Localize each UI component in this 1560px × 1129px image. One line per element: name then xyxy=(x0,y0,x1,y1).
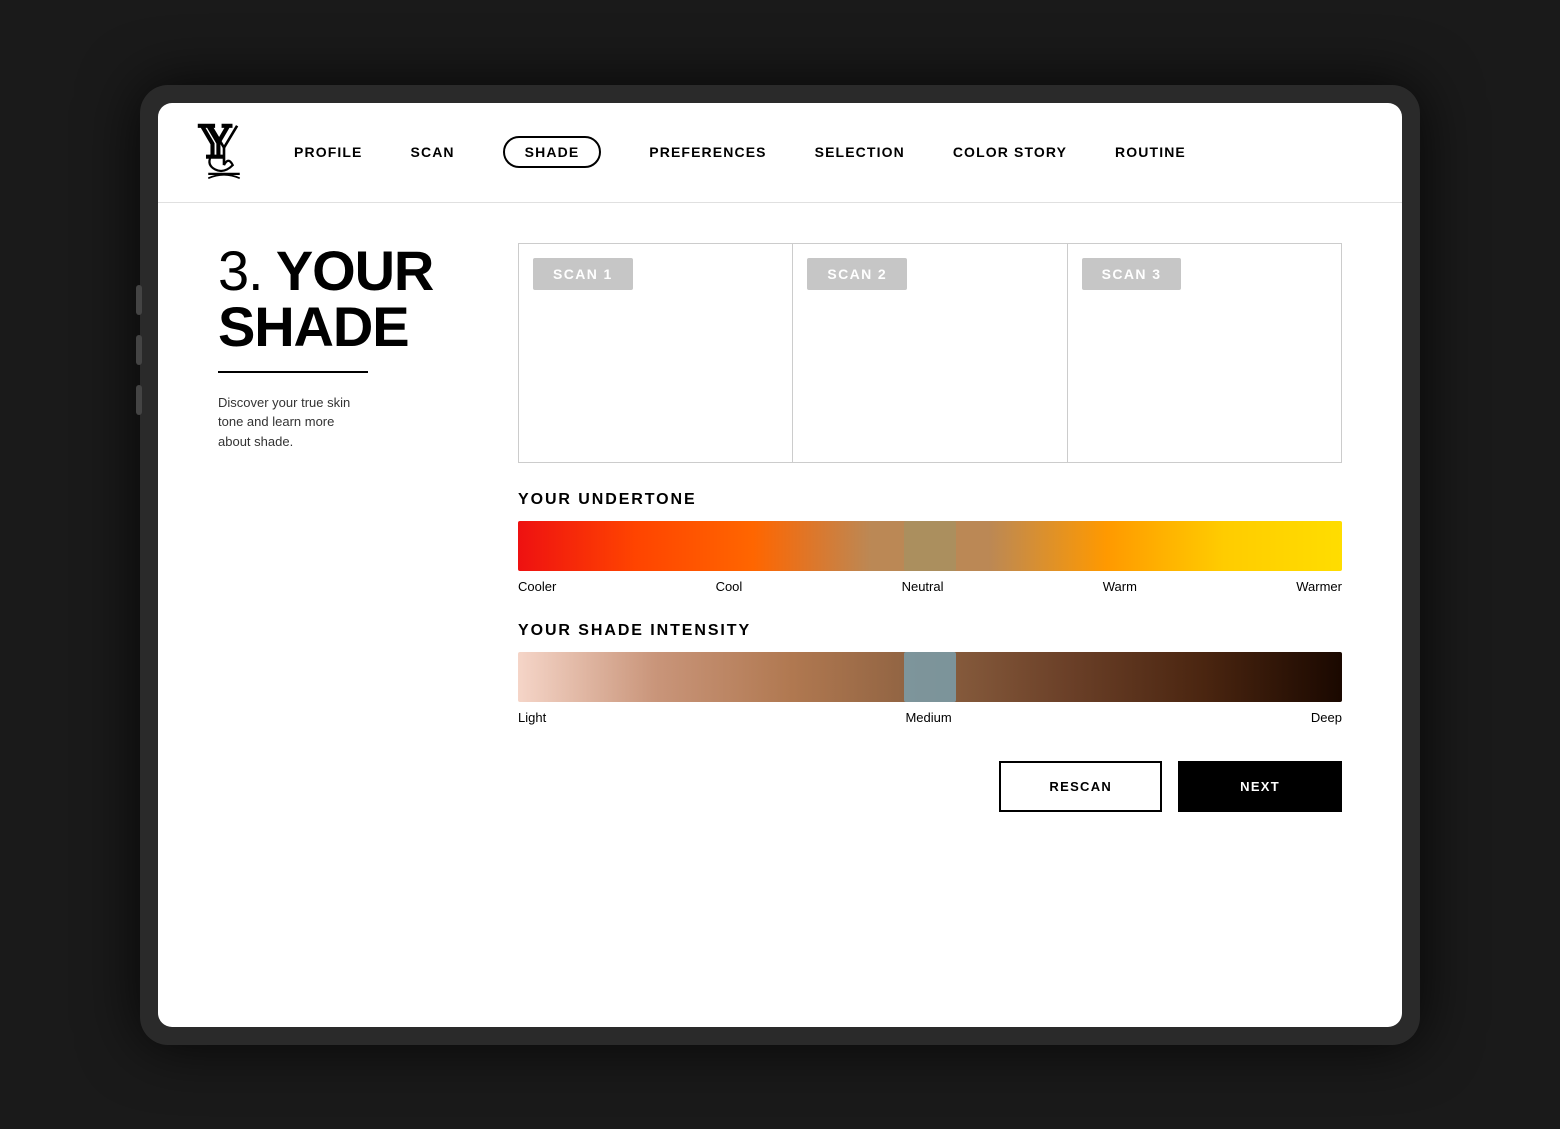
tablet-frame: 𝕐 PROFILE SCAN SHADE PREFERENCES SELECTI… xyxy=(140,85,1420,1045)
right-panel: SCAN 1 SCAN 2 SCAN 3 YOUR UNDERTONE xyxy=(518,243,1342,987)
intensity-section: YOUR SHADE INTENSITY Light Medium Deep xyxy=(518,622,1342,725)
scan-box-3[interactable]: SCAN 3 xyxy=(1068,244,1341,462)
undertone-bar xyxy=(518,521,1342,571)
side-buttons xyxy=(136,285,142,415)
scan-label-3: SCAN 3 xyxy=(1082,258,1182,290)
title-line1: YOUR xyxy=(276,239,433,302)
nav-item-routine[interactable]: ROUTINE xyxy=(1115,144,1186,160)
intensity-indicator xyxy=(904,652,956,702)
undertone-label-warmer: Warmer xyxy=(1296,579,1342,594)
nav-item-preferences[interactable]: PREFERENCES xyxy=(649,144,766,160)
title-underline xyxy=(218,371,368,373)
intensity-label-medium: Medium xyxy=(905,710,951,725)
undertone-title: YOUR UNDERTONE xyxy=(518,491,1342,509)
intensity-bar-container xyxy=(518,652,1342,702)
rescan-button[interactable]: RESCAN xyxy=(999,761,1162,812)
scan-box-2[interactable]: SCAN 2 xyxy=(793,244,1067,462)
button-row: RESCAN NEXT xyxy=(518,761,1342,812)
intensity-label-deep: Deep xyxy=(1311,710,1342,725)
side-button-1 xyxy=(136,285,142,315)
scan-row: SCAN 1 SCAN 2 SCAN 3 xyxy=(518,243,1342,463)
step-number: 3. xyxy=(218,239,262,302)
intensity-bar xyxy=(518,652,1342,702)
next-button[interactable]: NEXT xyxy=(1178,761,1342,812)
undertone-label-warm: Warm xyxy=(1103,579,1137,594)
nav-item-selection[interactable]: SELECTION xyxy=(815,144,905,160)
undertone-label-neutral: Neutral xyxy=(902,579,944,594)
intensity-title: YOUR SHADE INTENSITY xyxy=(518,622,1342,640)
undertone-label-cool: Cool xyxy=(716,579,743,594)
nav-items: PROFILE SCAN SHADE PREFERENCES SELECTION… xyxy=(294,136,1366,168)
scan-label-2: SCAN 2 xyxy=(807,258,907,290)
scan-box-1[interactable]: SCAN 1 xyxy=(519,244,793,462)
undertone-section: YOUR UNDERTONE Cooler Cool Neutral Warm … xyxy=(518,491,1342,594)
undertone-bar-container xyxy=(518,521,1342,571)
side-button-2 xyxy=(136,335,142,365)
intensity-labels: Light Medium Deep xyxy=(518,710,1342,725)
undertone-labels: Cooler Cool Neutral Warm Warmer xyxy=(518,579,1342,594)
title-line2: SHADE xyxy=(218,295,408,358)
scan-label-1: SCAN 1 xyxy=(533,258,633,290)
nav-item-shade[interactable]: SHADE xyxy=(503,136,602,168)
step-description: Discover your true skintone and learn mo… xyxy=(218,393,458,452)
ysl-logo: 𝕐 xyxy=(194,117,254,187)
nav-bar: 𝕐 PROFILE SCAN SHADE PREFERENCES SELECTI… xyxy=(158,103,1402,203)
step-title: 3. YOUR SHADE xyxy=(218,243,458,355)
left-panel: 3. YOUR SHADE Discover your true skinton… xyxy=(218,243,458,987)
undertone-indicator xyxy=(904,521,956,571)
undertone-label-cooler: Cooler xyxy=(518,579,556,594)
tablet-screen: 𝕐 PROFILE SCAN SHADE PREFERENCES SELECTI… xyxy=(158,103,1402,1027)
side-button-3 xyxy=(136,385,142,415)
nav-item-profile[interactable]: PROFILE xyxy=(294,144,363,160)
nav-item-color-story[interactable]: COLOR STORY xyxy=(953,144,1067,160)
main-content: 3. YOUR SHADE Discover your true skinton… xyxy=(158,203,1402,1027)
nav-item-scan[interactable]: SCAN xyxy=(411,144,455,160)
intensity-label-light: Light xyxy=(518,710,546,725)
